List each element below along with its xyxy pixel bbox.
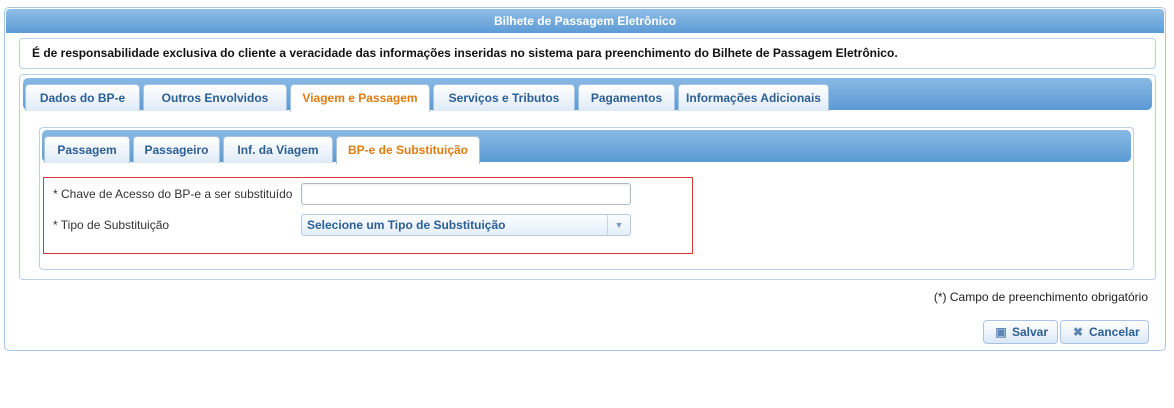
cancel-button[interactable]: ✖ Cancelar — [1060, 320, 1149, 344]
cancel-label: Cancelar — [1089, 325, 1140, 339]
x-icon: ✖ — [1072, 325, 1084, 339]
subtab-passageiro[interactable]: Passageiro — [133, 136, 220, 163]
tab-informacoes-adicionais[interactable]: Informações Adicionais — [678, 84, 829, 111]
tipo-substituicao-value: Selecione um Tipo de Substituição — [307, 218, 506, 232]
tipo-substituicao-select[interactable]: Selecione um Tipo de Substituição ▼ — [301, 214, 631, 236]
main-tabs-container: Dados do BP-e Outros Envolvidos Viagem e… — [19, 74, 1156, 280]
chave-acesso-input[interactable] — [301, 183, 631, 205]
tab-dados-bpe[interactable]: Dados do BP-e — [25, 84, 140, 111]
tab-pagamentos[interactable]: Pagamentos — [578, 84, 675, 111]
subtab-passagem[interactable]: Passagem — [44, 136, 130, 163]
chave-acesso-label: * Chave de Acesso do BP-e a ser substitu… — [53, 187, 293, 201]
sub-tab-bar: Passagem Passageiro Inf. da Viagem BP-e … — [42, 130, 1131, 164]
subtab-inf-viagem[interactable]: Inf. da Viagem — [223, 136, 333, 163]
tab-outros-envolvidos[interactable]: Outros Envolvidos — [143, 84, 287, 111]
responsibility-notice: É de responsabilidade exclusiva do clien… — [19, 38, 1156, 69]
save-label: Salvar — [1012, 325, 1049, 339]
sub-tabs-container: Passagem Passageiro Inf. da Viagem BP-e … — [39, 127, 1134, 270]
panel-title: Bilhete de Passagem Eletrônico — [6, 9, 1164, 33]
substitution-form: * Chave de Acesso do BP-e a ser substitu… — [43, 177, 693, 254]
floppy-disk-icon: ▣ — [995, 325, 1007, 339]
save-button[interactable]: ▣ Salvar — [983, 320, 1058, 344]
tab-viagem-passagem[interactable]: Viagem e Passagem — [290, 84, 430, 112]
subtab-bpe-substituicao[interactable]: BP-e de Substituição — [336, 136, 480, 164]
bpe-panel: Bilhete de Passagem Eletrônico É de resp… — [4, 7, 1166, 351]
main-tab-bar: Dados do BP-e Outros Envolvidos Viagem e… — [23, 78, 1152, 112]
required-field-note: (*) Campo de preenchimento obrigatório — [933, 290, 1148, 304]
tipo-substituicao-label: * Tipo de Substituição — [53, 218, 170, 232]
tab-servicos-tributos[interactable]: Serviços e Tributos — [433, 84, 575, 111]
chevron-down-icon[interactable]: ▼ — [607, 215, 630, 235]
